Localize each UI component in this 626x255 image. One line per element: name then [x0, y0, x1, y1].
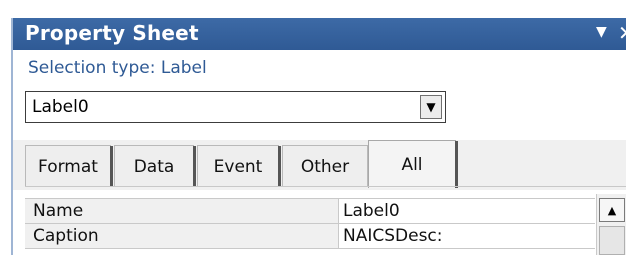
title-bar: Property Sheet ▼ ✕ [13, 18, 626, 50]
property-grid: Name Label0 Caption NAICSDesc: [25, 194, 595, 255]
property-sheet-pane: Property Sheet ▼ ✕ Selection type: Label… [0, 0, 626, 255]
object-selector-combo[interactable]: Label0 ▼ [25, 91, 446, 123]
tab-divider [278, 146, 281, 187]
tab-divider [110, 146, 113, 187]
vertical-scrollbar[interactable]: ▲ [596, 194, 626, 255]
property-row-caption[interactable]: Caption NAICSDesc: [25, 223, 595, 249]
tab-baseline [25, 186, 626, 187]
tab-divider [193, 146, 196, 187]
tab-other[interactable]: Other [282, 145, 368, 187]
property-row-name[interactable]: Name Label0 [25, 198, 595, 224]
scroll-up-icon[interactable]: ▲ [599, 198, 625, 222]
property-value[interactable]: NAICSDesc: [339, 224, 595, 248]
property-name: Name [25, 199, 339, 223]
tab-divider [455, 141, 458, 188]
object-selector-value[interactable]: Label0 [32, 97, 89, 117]
tab-data[interactable]: Data [114, 145, 196, 187]
tab-event-label: Event [213, 156, 263, 177]
pane-menu-icon[interactable]: ▼ [596, 24, 607, 40]
tab-other-label: Other [300, 156, 350, 177]
tab-format-label: Format [38, 156, 98, 177]
pane-title: Property Sheet [25, 21, 199, 45]
selection-type-label: Selection type: Label [28, 58, 207, 78]
tab-event[interactable]: Event [197, 145, 281, 187]
close-icon[interactable]: ✕ [618, 21, 626, 45]
tab-format[interactable]: Format [25, 145, 113, 187]
tab-all[interactable]: All [368, 140, 458, 188]
chevron-down-icon[interactable]: ▼ [420, 95, 442, 119]
tab-data-label: Data [133, 156, 175, 177]
property-name: Caption [25, 224, 339, 248]
tab-all-label: All [401, 154, 423, 175]
scroll-track[interactable] [599, 226, 625, 255]
property-value[interactable]: Label0 [339, 199, 595, 223]
